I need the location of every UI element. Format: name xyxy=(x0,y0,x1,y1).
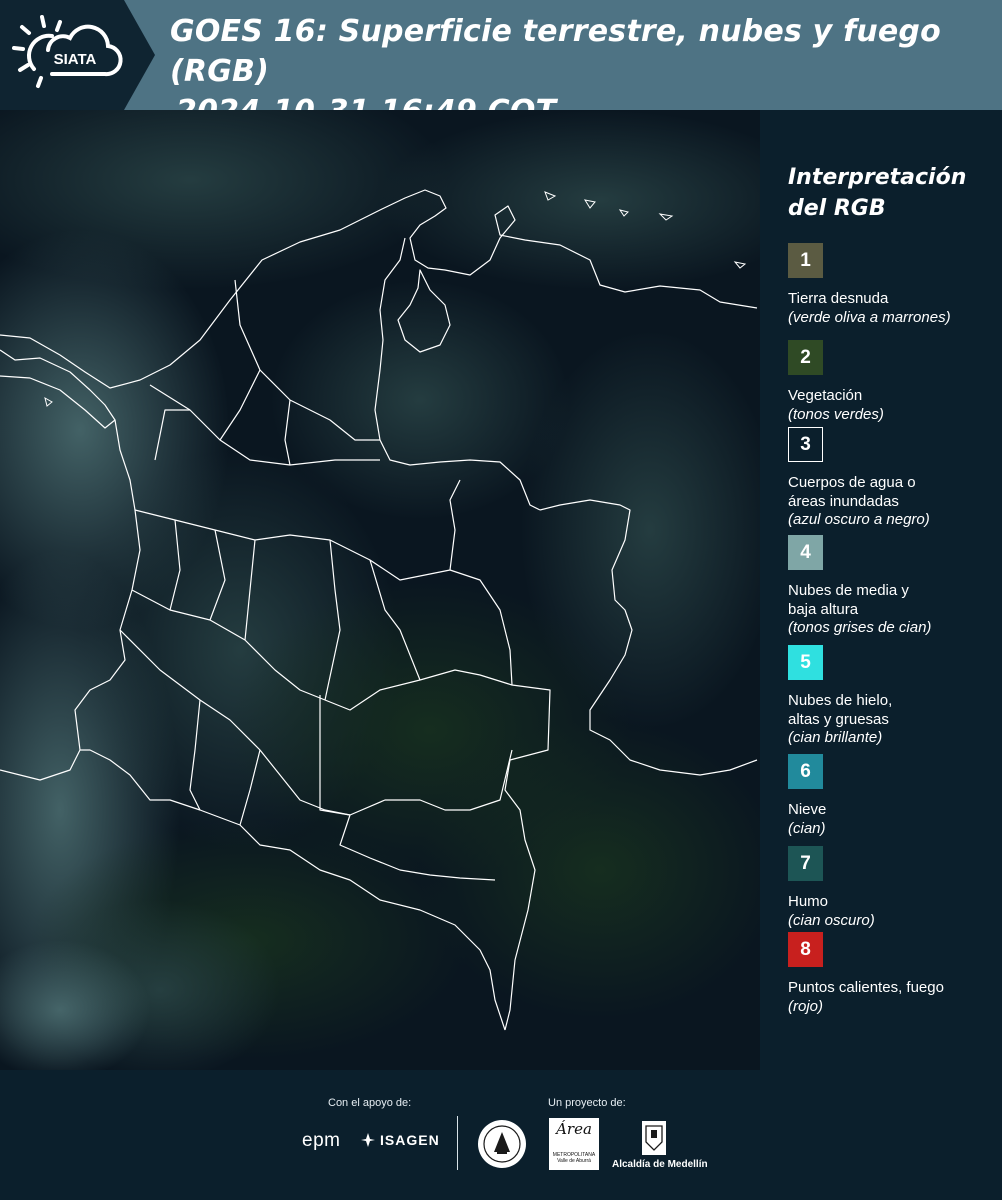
title-line-1: GOES 16: Superficie terrestre, nubes y f… xyxy=(170,14,941,89)
epm-logo: epm xyxy=(302,1130,341,1151)
legend-swatch: 6 xyxy=(788,754,823,789)
legend-item-name: Humo xyxy=(788,893,829,910)
legend-item-name: Tierra desnuda xyxy=(788,290,889,307)
legend-item-description: (tonos verdes) xyxy=(788,405,884,423)
medellin-seal-icon xyxy=(478,1120,526,1168)
legend-swatch: 5 xyxy=(788,645,823,680)
legend-item: 3 Cuerpos de agua o áreas inundadas (azul … xyxy=(788,427,998,530)
legend-swatch: 7 xyxy=(788,846,823,881)
area-logo-text: Área xyxy=(556,1120,592,1138)
legend-item-name: Nubes de hielo, altas y gruesas xyxy=(788,692,893,728)
project-label: Un proyecto de: xyxy=(548,1097,626,1109)
isagen-mark-icon xyxy=(361,1133,375,1147)
legend-swatch: 8 xyxy=(788,932,823,967)
legend-item-description: (tonos grises de cian) xyxy=(788,619,932,636)
legend-item-description: (verde oliva a marrones) xyxy=(788,308,951,326)
satellite-image xyxy=(0,110,760,1070)
legend-item-description: (azul oscuro a negro) xyxy=(788,511,930,528)
area-metropolitana-logo: Área METROPOLITANA Valle de Aburrá xyxy=(549,1118,599,1170)
legend-item: 4 Nubes de media y baja altura (tonos gris… xyxy=(788,535,998,638)
legend-item: 2 Vegetación (tonos verdes) xyxy=(788,340,998,424)
footer: Con el apoyo de: Un proyecto de: epm ISA… xyxy=(0,1070,1002,1200)
legend-panel: Interpretación del RGB 1 Tierra desnuda (v… xyxy=(760,110,1002,1070)
legend-item-description: (cian) xyxy=(788,819,826,837)
support-label: Con el apoyo de: xyxy=(328,1097,412,1109)
footer-divider xyxy=(457,1116,458,1170)
logo-panel: SIATA xyxy=(0,0,155,110)
satellite-map xyxy=(0,110,760,1070)
legend-item: 8 Puntos calientes, fuego (rojo) xyxy=(788,932,998,1016)
legend-item-description: (cian oscuro) xyxy=(788,911,875,929)
legend-swatch: 4 xyxy=(788,535,823,570)
logo-text: SIATA xyxy=(54,51,97,68)
legend-title: Interpretación del RGB xyxy=(788,165,967,221)
isagen-text: ISAGEN xyxy=(380,1132,440,1148)
legend-swatch: 1 xyxy=(788,243,823,278)
legend-item-description: (cian brillante) xyxy=(788,729,883,746)
legend-item-name: Vegetación xyxy=(788,387,863,404)
legend-item-description: (rojo) xyxy=(788,997,824,1015)
siata-logo-icon: SIATA xyxy=(12,15,123,88)
legend-item: 1 Tierra desnuda (verde oliva a marrones) xyxy=(788,243,998,327)
area-logo-subtext: METROPOLITANA Valle de Aburrá xyxy=(552,1152,596,1164)
alcaldia-shield-icon xyxy=(642,1121,666,1155)
legend-swatch: 2 xyxy=(788,340,823,375)
legend-item: 6 Nieve (cian) xyxy=(788,754,998,838)
alcaldia-text: Alcaldía de Medellín xyxy=(612,1159,708,1170)
legend-item-name: Puntos calientes, fuego xyxy=(788,979,944,996)
legend-item: 7 Humo (cian oscuro) xyxy=(788,846,998,930)
legend-swatch: 3 xyxy=(788,427,823,462)
legend-item-name: Cuerpos de agua o áreas inundadas xyxy=(788,474,916,510)
legend-item-name: Nubes de media y baja altura xyxy=(788,582,909,618)
legend-item-name: Nieve xyxy=(788,801,827,818)
isagen-logo: ISAGEN xyxy=(360,1132,440,1148)
legend-item: 5 Nubes de hielo, altas y gruesas (cian br… xyxy=(788,645,998,748)
